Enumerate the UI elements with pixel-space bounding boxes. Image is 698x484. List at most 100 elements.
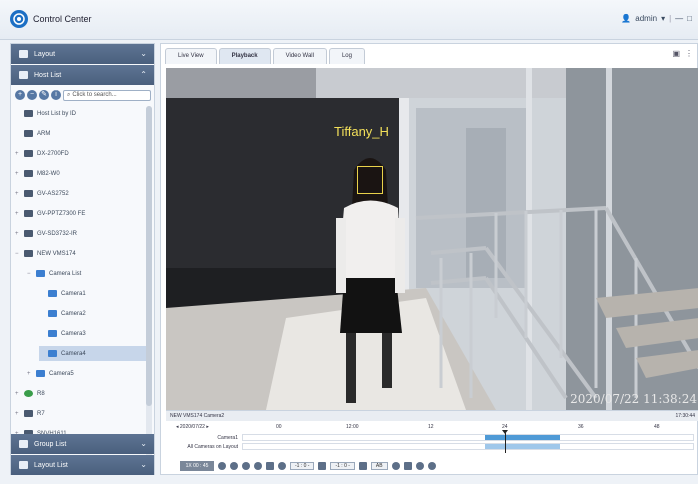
step-back-button[interactable] [318,461,327,470]
tab-video-wall[interactable]: Video Wall [272,48,327,64]
add-host-icon[interactable]: + [15,90,25,100]
layout-panel-header[interactable]: Layout ⌄ [11,44,154,64]
tree-item[interactable]: + GV-AS2752 [15,186,146,201]
volume-icon[interactable] [266,461,274,470]
tree-item[interactable]: Host List by ID [15,106,146,121]
step-back-field[interactable]: -1 : 0 - [290,461,315,470]
status-time-label: 17:30:44 [675,413,695,419]
prev-day-icon[interactable]: ◂ [176,424,179,430]
playhead-line[interactable] [505,433,506,453]
chevron-down-icon[interactable]: ⌄ [140,439,147,448]
user-menu[interactable]: admin [635,14,657,23]
chevron-down-icon[interactable]: ⌄ [140,460,147,469]
tree-item[interactable]: − Camera List [27,266,146,281]
expand-icon[interactable]: + [15,191,21,197]
tree-item-label: Camera4 [61,350,86,357]
minimize-button[interactable]: — [675,14,683,23]
tree-item[interactable]: Camera4 [39,346,146,361]
camera-icon [48,290,57,297]
sidebar-scrollbar[interactable] [146,106,152,471]
timeline-date[interactable]: 2020/07/22 [180,424,205,430]
host-list-panel-header[interactable]: Host List ⌃ [11,65,154,85]
playback-timeline[interactable]: ◂ 2020/07/22 ▸ 00 12:00 12 24 36 48 Came… [166,422,698,458]
tree-item[interactable]: + DX-2700FD [15,146,146,161]
tree-item[interactable]: + R8 [15,386,146,401]
expand-icon[interactable]: + [15,171,21,177]
host-list-icon [19,71,28,79]
main-tabs: Live View Playback Video Wall Log [165,48,365,64]
tree-item[interactable]: − NEW VMS174 [15,246,146,261]
expand-icon[interactable]: + [27,371,33,377]
info-icon[interactable]: i [51,90,61,100]
tree-item[interactable]: + R7 [15,406,146,421]
settings-button[interactable] [415,461,424,470]
collapse-icon[interactable]: − [15,251,21,257]
tree-item[interactable]: Camera3 [39,326,146,341]
camera-name-label: NEW VMS174 Camera2 [170,413,225,419]
video-frame-image [166,68,698,410]
timeline-row-label: Camera1 [217,435,238,441]
tree-item[interactable]: ARM [15,126,146,141]
remove-host-icon[interactable]: − [27,90,37,100]
search-placeholder: Click to search... [72,92,117,98]
expand-icon[interactable]: + [15,391,21,397]
tree-item[interactable]: + GV-SD3732-IR [15,226,146,241]
fast-forward-button[interactable] [254,461,262,470]
export-button[interactable] [403,461,412,470]
next-day-icon[interactable]: ▸ [206,424,209,430]
timeline-date-nav[interactable]: ◂ 2020/07/22 ▸ [176,424,209,430]
layout-list-icon [19,461,28,469]
timeline-row-all-cameras[interactable]: All Cameras on Layout [166,443,698,451]
scrollbar-thumb[interactable] [146,106,152,406]
previous-frame-button[interactable] [218,461,226,470]
tab-live-view[interactable]: Live View [165,48,217,64]
expand-icon[interactable]: + [15,151,21,157]
tree-item[interactable]: + M82-W0 [15,166,146,181]
tree-item-label: GV-AS2752 [37,190,69,197]
rewind-button[interactable] [230,461,238,470]
device-icon [24,150,33,157]
timeline-tick: 12:00 [346,424,359,430]
timeline-row-camera1[interactable]: Camera1 [166,434,698,442]
collapse-icon[interactable]: − [27,271,33,277]
maximize-button[interactable]: □ [687,14,692,23]
edit-host-icon[interactable]: ✎ [39,90,49,100]
timeline-track[interactable] [242,443,694,450]
timeline-tick: 12 [428,424,434,430]
step-forward-button[interactable] [358,461,367,470]
more-icon[interactable]: ⋮ [685,49,693,58]
search-input[interactable]: ⌕ Click to search... [63,89,151,101]
camera-icon [48,310,57,317]
layout-list-panel-header[interactable]: Layout List ⌄ [11,455,154,475]
expand-icon[interactable]: + [15,231,21,237]
group-list-panel-header[interactable]: Group List ⌄ [11,434,154,454]
sync-button[interactable] [427,461,436,470]
tree-item[interactable]: Camera2 [39,306,146,321]
video-view[interactable]: Tiffany_H 2020/07/22 11:38:24 [166,68,698,410]
timeline-track[interactable] [242,434,694,441]
timeline-tick: 48 [654,424,660,430]
step-forward-field[interactable]: -1 : 0 - [330,461,355,470]
tree-item-label: Camera2 [61,310,86,317]
tree-item[interactable]: + GV-PPTZ7300 FE [15,206,146,221]
host-list-header-label: Host List [34,71,62,79]
record-button[interactable] [391,461,400,470]
user-caret-icon[interactable]: ▾ [661,14,665,23]
tree-item[interactable]: Camera1 [39,286,146,301]
playback-speed-display[interactable]: 1X 00 : 45 [180,460,214,471]
tree-item[interactable]: + Camera5 [27,366,146,381]
save-icon[interactable]: ▣ [672,49,680,58]
tab-log[interactable]: Log [328,48,365,64]
chevron-down-icon[interactable]: ⌄ [140,49,147,58]
recording-segment[interactable] [485,444,560,449]
expand-icon[interactable]: + [15,211,21,217]
chevron-up-icon[interactable]: ⌃ [140,70,147,79]
recording-segment[interactable] [485,435,560,440]
user-icon: 👤 [621,14,632,23]
play-button[interactable] [242,461,250,470]
snapshot-button[interactable] [278,461,286,470]
ab-repeat-button[interactable]: AB [370,461,388,470]
expand-icon[interactable]: + [15,411,21,417]
tree-item-label: GV-PPTZ7300 FE [37,210,86,217]
tab-playback[interactable]: Playback [218,48,271,64]
